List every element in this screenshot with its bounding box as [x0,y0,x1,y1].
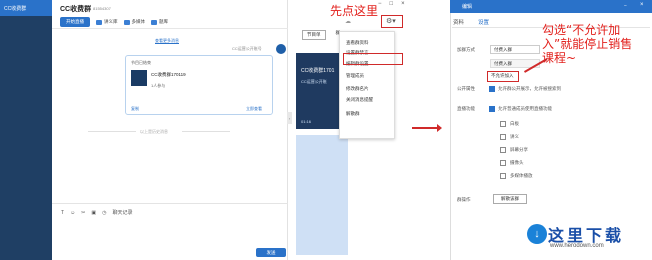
history-divider-left [88,131,136,132]
live-label: 直播功能 [457,106,475,111]
participant-count: 1人参与 [151,83,166,88]
tab-program-list[interactable]: 节目单 [302,30,326,40]
program-list-title: CC收费群1701 [301,68,335,74]
tab-info[interactable]: 资料 [453,18,464,26]
avatar[interactable] [276,44,286,54]
program-list-time: 01:16 [301,119,312,124]
toolbar-divider [52,28,288,29]
public-text: 允许群公开展示，允许被搜索到 [498,86,561,91]
watermark-logo: ↓ [527,224,547,244]
screen-share-label: 屏幕分享 [510,147,528,152]
media-label: 多媒体 [131,19,146,24]
edit-minimize-icon[interactable]: − [624,3,627,9]
menu-item-view-info[interactable]: 查看群资料 [346,40,369,46]
whiteboard-checkbox[interactable] [500,121,506,127]
chat-title: CC收费群 [60,6,92,13]
sender-name: CC运营公开账号 [232,46,262,51]
program-name: CC收费群170119 [151,72,186,77]
group-ops-label: 群操作 [457,197,471,202]
camera-checkbox[interactable] [500,160,506,166]
program-list-card-2[interactable] [296,135,348,255]
menu-item-dismiss[interactable]: 解散群 [346,111,360,117]
history-notice: 以上是历史消息 [140,129,168,134]
edit-header [450,0,652,13]
gear-highlight [381,15,403,28]
scissors-icon[interactable]: ✂ [81,210,85,216]
menu-item-edit-card[interactable]: 修改群名片 [346,86,369,92]
send-button[interactable]: 发送 [256,248,286,257]
sidebar-group-item[interactable]: CC收费群 [0,0,52,16]
edit-close-icon[interactable]: × [640,2,644,8]
join-method-label: 加群方式 [457,47,475,52]
program-thumbnail [131,70,147,86]
lecture-label: 讲义库 [104,19,118,24]
minimize-icon[interactable]: − [378,1,382,7]
chat-record-label[interactable]: 聊天记录 [112,209,132,216]
lecture-button[interactable]: 讲义库 [96,19,118,25]
collapse-panel-handle[interactable]: › [287,112,292,124]
join-method-value: 付费入群 [494,46,512,52]
question-bank-button[interactable]: 题库 [151,19,168,25]
program-list-sub: CC运营公开账 [301,79,327,84]
menu-item-mute-notify[interactable]: 关闭消息提醒 [346,97,373,103]
menu-highlight [343,53,403,65]
chat-toolbar: 开始直播 讲义库 多媒体 题库 [60,17,168,27]
lecture-icon [96,19,102,25]
close-icon[interactable]: × [401,1,405,7]
input-toolbar: T ☺ ✂ ▣ ◷ 聊天记录 [61,209,133,217]
watch-now-link[interactable]: 立即查看 [246,106,262,112]
join-option-disallow[interactable]: 不允许加入 [491,73,514,79]
copy-link[interactable]: 复制 [131,106,139,112]
media-play-label: 多媒体播放 [510,173,533,178]
edit-tabs: 资料 设置 [453,18,489,26]
annotation-arrow [412,124,442,132]
program-tabs: 节目单 群 [302,30,340,40]
whiteboard-label: 白板 [510,121,519,126]
history-divider-right [182,131,230,132]
image-icon[interactable]: ▣ [91,210,96,216]
window-controls: − □ × [378,1,405,7]
lecture-checkbox[interactable] [500,134,506,140]
more-messages-link[interactable]: 查看更多消息 [155,38,179,44]
program-card[interactable]: 节目已结束 CC收费群170119 1人参与 复制 立即查看 [125,55,273,115]
media-button[interactable]: 多媒体 [123,19,146,25]
history-icon[interactable]: ◷ [102,210,106,216]
screen-share-checkbox[interactable] [500,147,506,153]
tab-settings[interactable]: 设置 [478,18,489,26]
program-status: 节目已结束 [131,60,151,65]
dismiss-group-button[interactable]: 解散该群 [493,194,527,204]
media-play-checkbox[interactable] [500,173,506,179]
group-id: 81554307 [93,6,111,11]
live-main-text: 允许普通成员使用直播功能 [498,106,552,111]
maximize-icon[interactable]: □ [390,1,394,7]
join-method-select[interactable]: 付费入群 [490,45,540,54]
emoji-icon[interactable]: ☺ [70,210,75,216]
media-icon [123,19,130,25]
annotation-click-here: 先点这里 [330,4,379,18]
mic-icon[interactable]: ☁ [345,18,351,25]
sidebar-brand-label: CC收费群 [4,5,27,12]
lecture-sub-label: 讲义 [510,134,519,139]
camera-label: 摄像头 [510,160,524,165]
question-bank-icon [151,19,157,25]
group-settings-menu: 查看群资料 设置群禁言 编辑群设置 管理成员 修改群名片 关闭消息提醒 解散群 [339,31,395,139]
join-option-paid-label: 付费入群 [494,60,512,66]
watermark-url: www.herodown.com [550,243,604,249]
input-divider [52,203,288,204]
annotation-disallow: 勾选“不允许加入”就能停止销售课程~ [542,23,633,65]
public-checkbox[interactable] [489,86,495,92]
start-live-button[interactable]: 开始直播 [60,17,90,27]
question-bank-label: 题库 [159,19,168,24]
text-format-icon[interactable]: T [61,210,64,216]
app-sidebar: CC收费群 [0,0,52,260]
edit-title: 编辑 [462,4,473,10]
live-main-checkbox[interactable] [489,106,495,112]
public-label: 公开属性 [457,86,475,91]
menu-item-manage-members[interactable]: 管理成员 [346,73,364,79]
